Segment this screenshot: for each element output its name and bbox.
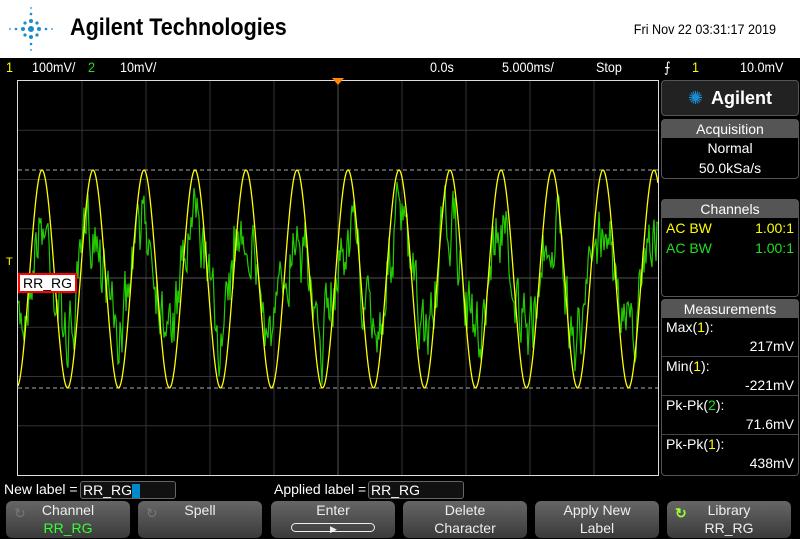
applied-label-prefix: Applied label = <box>274 481 367 497</box>
ch1-probe: 1.00:1 <box>755 220 794 236</box>
channel-softkey[interactable]: ↻ Channel RR_RG <box>6 501 130 538</box>
apply-new-label-softkey[interactable]: Apply New Label <box>535 501 659 538</box>
header: Agilent Technologies Fri Nov 22 03:31:17… <box>0 0 800 58</box>
measurement-value: 217mV <box>749 338 794 354</box>
enter-softkey[interactable]: Enter ▶ <box>271 501 395 538</box>
channels-title: Channels <box>662 200 798 218</box>
acquisition-panel[interactable]: Acquisition Normal 50.0kSa/s <box>661 119 799 179</box>
softkey-label: Apply New <box>563 502 631 518</box>
agilent-spark-logo-icon <box>9 7 53 51</box>
acquisition-title: Acquisition <box>662 120 798 138</box>
library-softkey[interactable]: ↻ Library RR_RG <box>667 501 791 538</box>
measurement-value: 438mV <box>749 455 794 471</box>
channel-row-1: AC BW 1.00:1 <box>662 218 798 238</box>
measurement-label: Max(1): <box>666 319 714 335</box>
trigger-marker: T <box>6 256 13 268</box>
applied-label-field: RR_RG <box>368 481 464 499</box>
rotate-knob-icon: ↻ <box>146 505 158 521</box>
ch1-number[interactable]: 1 <box>6 59 13 75</box>
timebase[interactable]: 5.000ms/ <box>502 59 554 75</box>
run-state[interactable]: Stop <box>596 59 622 75</box>
measurement-item: Min(1): -221mV <box>662 356 798 395</box>
measurements-title: Measurements <box>662 300 798 318</box>
channel-label-tag: RR_RG <box>18 273 78 293</box>
softkey-label: Delete <box>444 502 486 518</box>
side-panel: ✺ Agilent Acquisition Normal 50.0kSa/s C… <box>661 80 800 476</box>
spell-softkey[interactable]: ↻ Spell <box>138 501 262 538</box>
text-cursor <box>132 484 141 499</box>
measurement-item: Pk-Pk(1): 438mV <box>662 434 798 473</box>
measurement-item: Pk-Pk(2): 71.6mV <box>662 395 798 434</box>
softkey-label: Enter <box>316 502 350 518</box>
ch2-scale[interactable]: 10mV/ <box>120 59 156 75</box>
ch2-coupling: AC BW <box>666 240 712 256</box>
acquisition-mode: Normal <box>707 140 753 156</box>
measurement-value: 71.6mV <box>745 416 794 432</box>
status-bar: 1 100mV/ 2 10mV/ 0.0s 5.000ms/ Stop ⨍ 1 … <box>0 58 800 78</box>
measurement-value: -221mV <box>744 377 794 393</box>
ch1-scale[interactable]: 100mV/ <box>32 59 75 75</box>
waveform-display[interactable]: RR_RG <box>17 80 659 476</box>
trigger-source[interactable]: 1 <box>692 59 699 75</box>
measurement-label: Min(1): <box>666 358 710 374</box>
new-label-value: RR_RG <box>83 482 133 498</box>
measurements-panel[interactable]: Measurements Max(1): 217mV Min(1): -221mV Pk… <box>661 299 799 476</box>
horizontal-delay[interactable]: 0.0s <box>430 59 454 75</box>
waveform-svg <box>17 81 659 475</box>
softkey-bar: ↻ Channel RR_RG ↻ Spell Enter ▶ Delete Charac… <box>0 500 800 539</box>
datetime: Fri Nov 22 03:31:17 2019 <box>633 21 776 37</box>
brand-title: Agilent Technologies <box>70 14 287 41</box>
sample-rate: 50.0kSa/s <box>698 160 762 176</box>
side-brand-text: Agilent <box>711 87 773 108</box>
side-brand: ✺ Agilent <box>661 80 799 116</box>
trigger-position-marker-icon <box>332 78 344 85</box>
delete-character-softkey[interactable]: Delete Character <box>403 501 527 538</box>
measurement-item: Max(1): 217mV <box>662 318 798 356</box>
measurement-label: Pk-Pk(2): <box>666 397 725 413</box>
ch1-coupling: AC BW <box>666 220 712 236</box>
trigger-level[interactable]: 10.0mV <box>740 59 783 75</box>
label-bar: New label = RR_RG Applied label = RR_RG <box>0 480 800 500</box>
channels-panel[interactable]: Channels AC BW 1.00:1 AC BW 1.00:1 <box>661 199 799 297</box>
rotate-knob-icon: ↻ <box>14 505 26 521</box>
softkey-label-2: Character <box>434 520 496 536</box>
ch2-probe: 1.00:1 <box>755 240 794 256</box>
trigger-edge-icon: ⨍ <box>664 59 671 75</box>
softkey-label-2: Label <box>579 520 615 536</box>
new-label-prefix: New label = <box>4 481 78 497</box>
rotate-knob-icon: ↻ <box>675 505 687 521</box>
measurement-label: Pk-Pk(1): <box>666 436 725 452</box>
agilent-spark-icon: ✺ <box>687 87 704 108</box>
enter-arrow-icon: ▶ <box>291 523 375 534</box>
applied-label-value: RR_RG <box>371 482 421 498</box>
ch2-number[interactable]: 2 <box>88 59 95 75</box>
channel-row-2: AC BW 1.00:1 <box>662 238 798 258</box>
new-label-input[interactable]: RR_RG <box>80 481 176 499</box>
